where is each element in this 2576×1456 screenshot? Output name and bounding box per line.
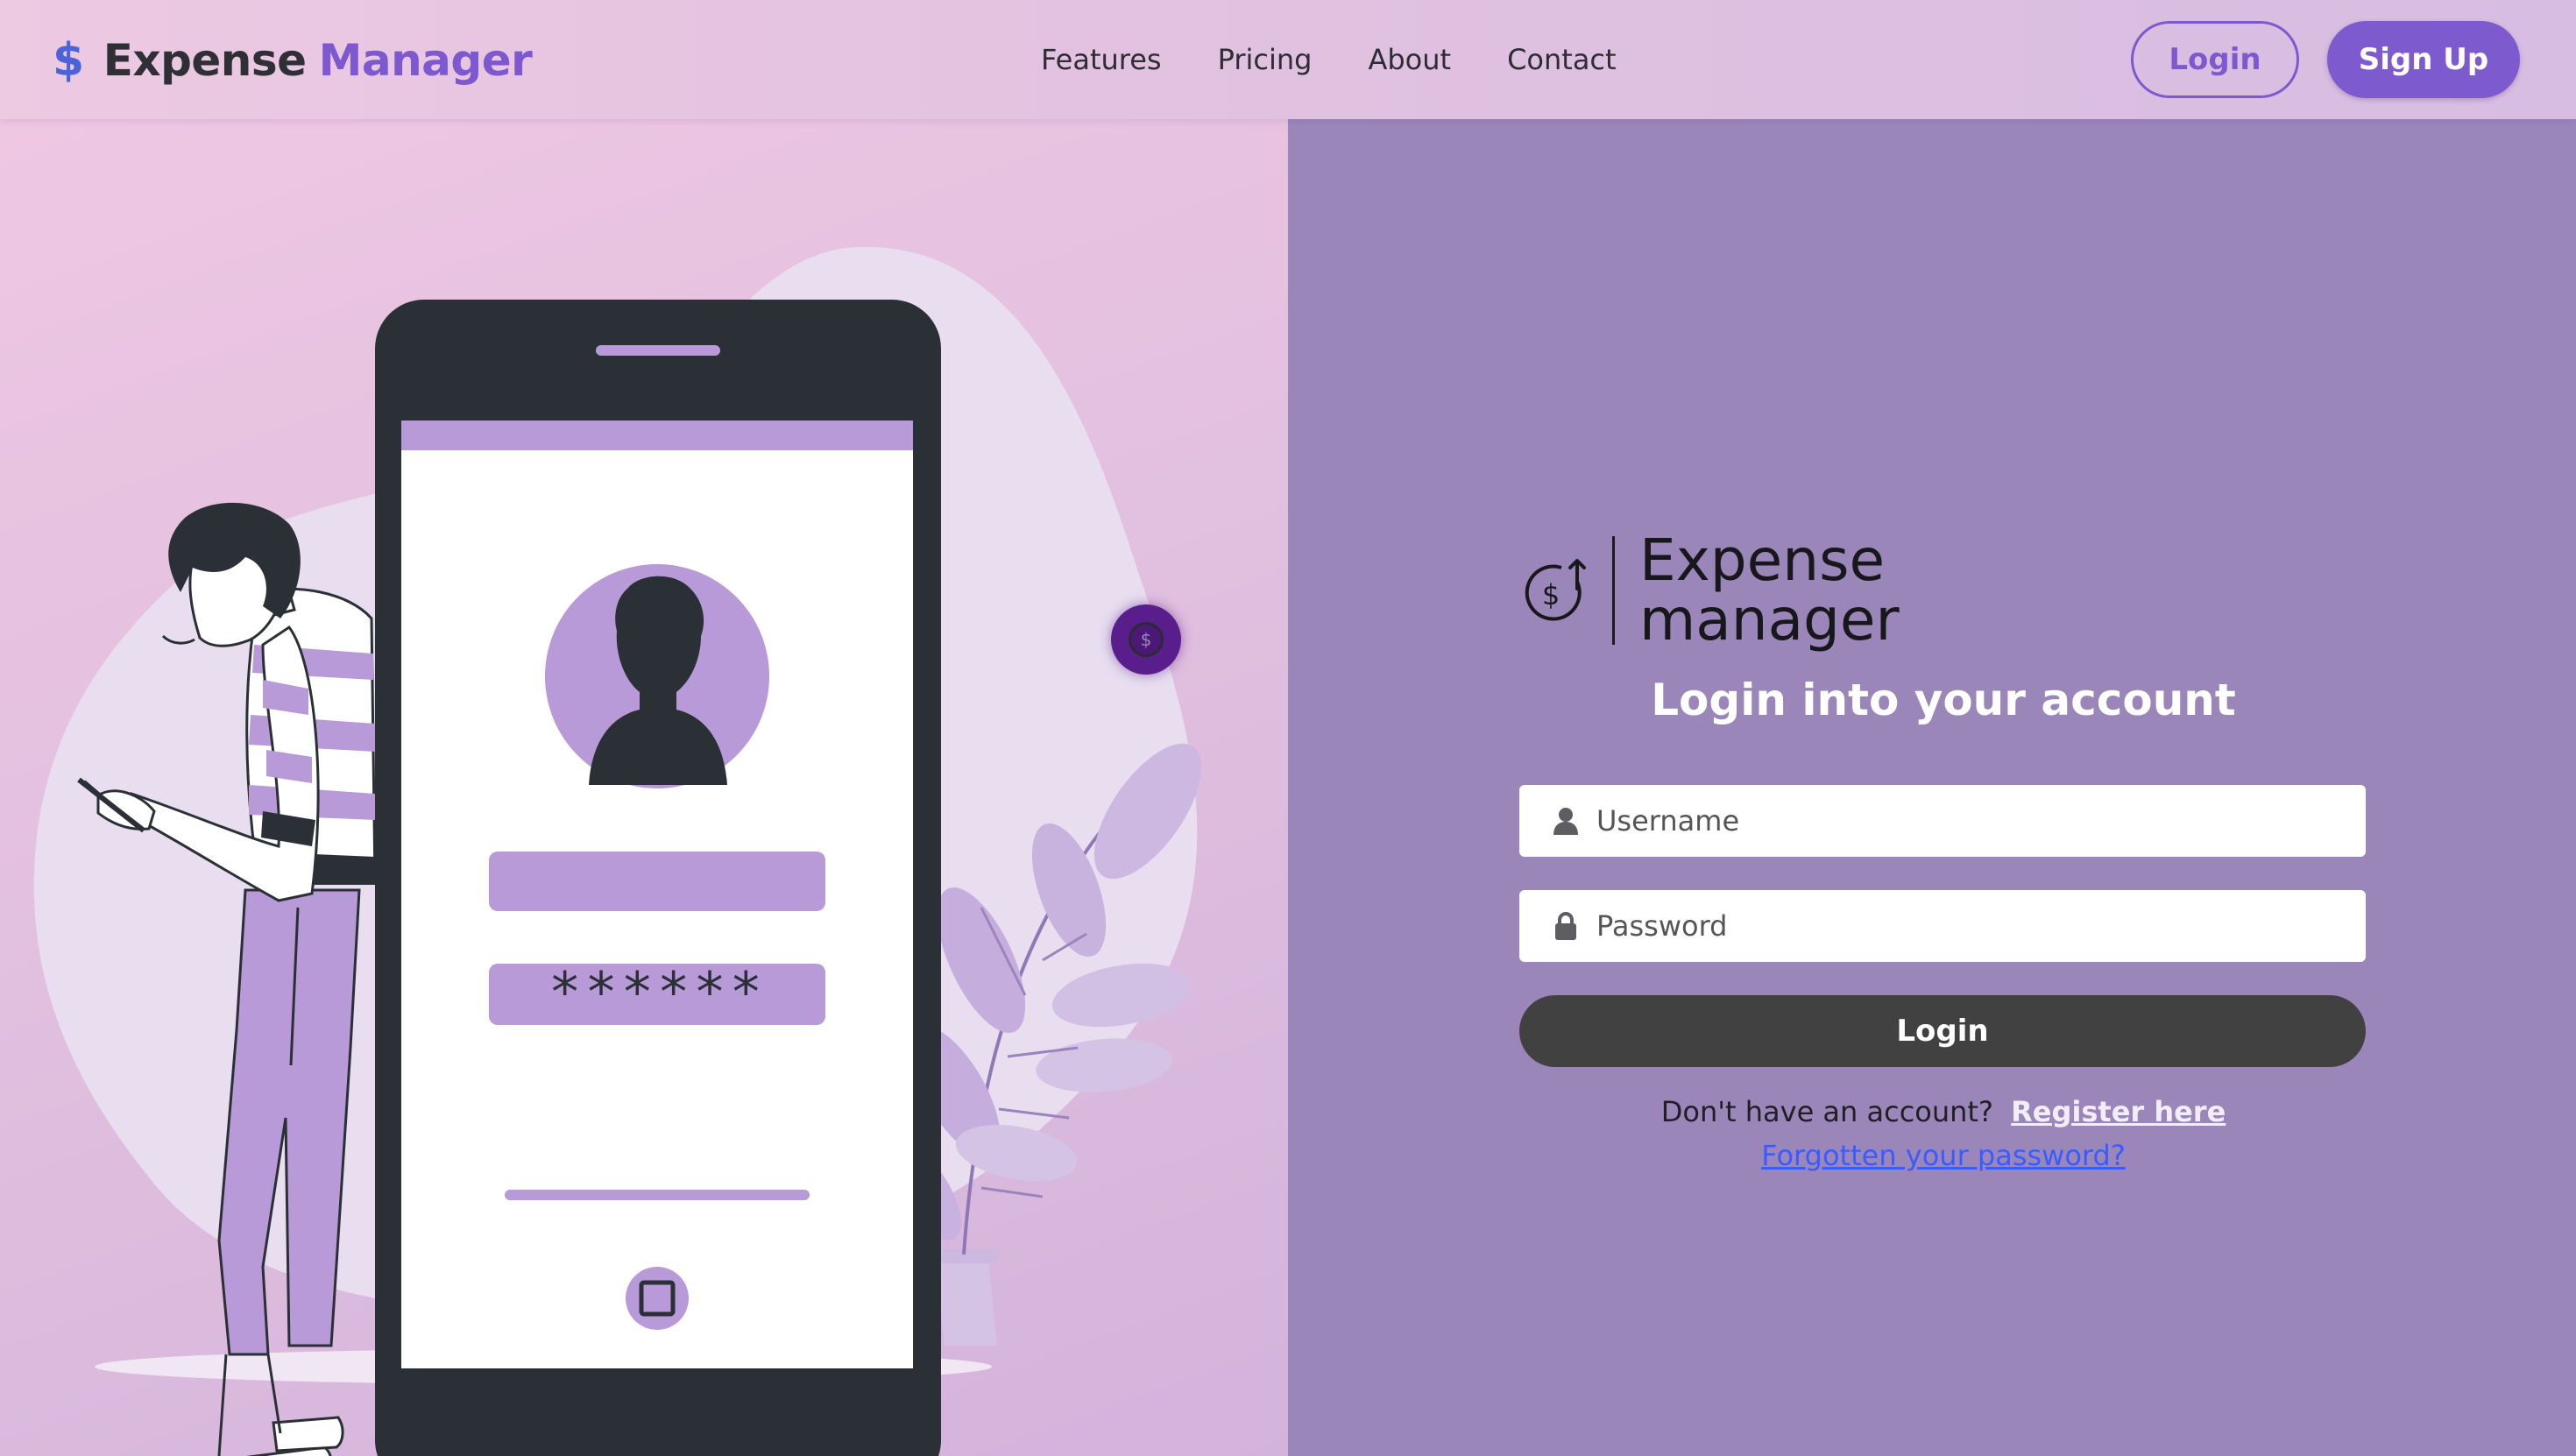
logo-text: Expense manager bbox=[1639, 531, 1900, 650]
nav-signup-button[interactable]: Sign Up bbox=[2327, 21, 2520, 98]
nav-link-features[interactable]: Features bbox=[1041, 43, 1162, 76]
nav-link-contact[interactable]: Contact bbox=[1507, 43, 1617, 76]
top-navbar: $ Expense Manager Features Pricing About… bbox=[0, 0, 2576, 119]
password-input[interactable] bbox=[1596, 909, 2350, 943]
login-illustration: ****** bbox=[33, 246, 1202, 1456]
username-field[interactable] bbox=[1519, 785, 2366, 857]
lock-icon bbox=[1555, 912, 1576, 940]
user-icon bbox=[1553, 808, 1578, 835]
phone: ****** bbox=[375, 300, 941, 1456]
brand-word-manager: Manager bbox=[318, 35, 533, 86]
login-panel: $ Expense manager Login into your accoun… bbox=[1288, 119, 2576, 1456]
forgot-password-link[interactable]: Forgotten your password? bbox=[1288, 1139, 2576, 1172]
nav-link-pricing[interactable]: Pricing bbox=[1218, 43, 1313, 76]
phone-bottom-bar bbox=[505, 1190, 810, 1200]
register-link[interactable]: Register here bbox=[2011, 1095, 2226, 1128]
username-bar bbox=[489, 852, 825, 911]
username-input[interactable] bbox=[1596, 804, 2350, 838]
phone-status-bar bbox=[401, 421, 913, 450]
login-heading: Login into your account bbox=[1651, 675, 2236, 725]
password-mask-text: ****** bbox=[548, 960, 766, 1024]
home-button-icon bbox=[626, 1267, 689, 1330]
dollar-icon: $ bbox=[53, 34, 84, 87]
brand-word-expense: Expense bbox=[103, 35, 307, 86]
illustration-panel: ****** $ bbox=[0, 119, 1288, 1456]
money-up-icon: $ bbox=[1525, 559, 1586, 621]
password-field[interactable] bbox=[1519, 890, 2366, 962]
svg-text:$: $ bbox=[1542, 578, 1560, 611]
register-prompt-text: Don't have an account? bbox=[1660, 1095, 1993, 1128]
register-prompt-line: Don't have an account? Register here bbox=[1288, 1095, 2576, 1128]
floating-dollar-badge[interactable]: $ bbox=[1111, 604, 1181, 675]
nav-login-button[interactable]: Login bbox=[2131, 21, 2299, 98]
logo-divider bbox=[1612, 536, 1615, 645]
app-logo: $ Expense manager bbox=[1523, 529, 1900, 652]
nav-links: Features Pricing About Contact bbox=[1041, 39, 1617, 81]
logo-line-2: manager bbox=[1639, 586, 1900, 654]
floating-dollar-icon: $ bbox=[1129, 622, 1164, 657]
login-submit-button[interactable]: Login bbox=[1519, 995, 2366, 1067]
phone-speaker bbox=[596, 345, 720, 356]
nav-link-about[interactable]: About bbox=[1368, 43, 1451, 76]
brand-logo[interactable]: $ Expense Manager bbox=[53, 32, 533, 89]
logo-line-1: Expense bbox=[1639, 527, 1886, 594]
